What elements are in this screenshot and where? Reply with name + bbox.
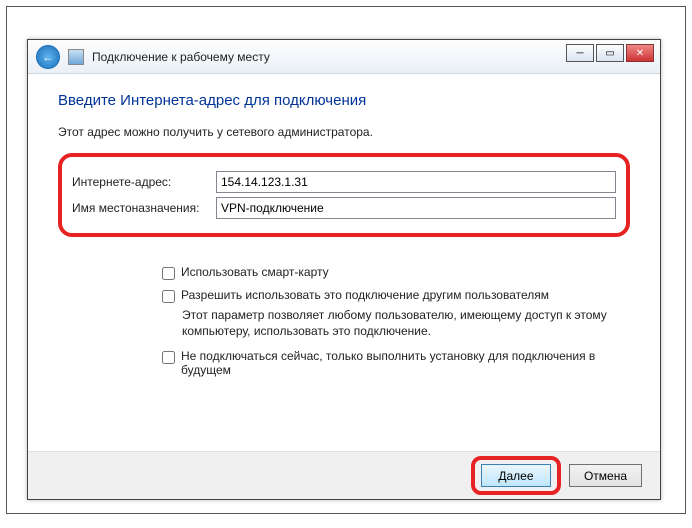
smartcard-row: Использовать смарт-карту: [58, 265, 630, 280]
address-row: Интернете-адрес:: [68, 171, 616, 193]
allow-others-checkbox[interactable]: [162, 290, 175, 303]
smartcard-checkbox[interactable]: [162, 267, 175, 280]
footer: Далее Отмена: [28, 451, 660, 499]
maximize-button[interactable]: ▭: [596, 44, 624, 62]
smartcard-label: Использовать смарт-карту: [181, 265, 329, 279]
destination-input[interactable]: [216, 197, 616, 219]
minimize-button[interactable]: ─: [566, 44, 594, 62]
window-title: Подключение к рабочему месту: [92, 50, 270, 64]
arrow-left-icon: ←: [42, 50, 54, 64]
allow-others-row: Разрешить использовать это подключение д…: [58, 288, 630, 303]
close-button[interactable]: ✕: [626, 44, 654, 62]
dont-connect-label: Не подключаться сейчас, только выполнить…: [181, 349, 630, 377]
dont-connect-checkbox[interactable]: [162, 351, 175, 364]
page-heading: Введите Интернета-адрес для подключения: [58, 92, 630, 109]
dont-connect-row: Не подключаться сейчас, только выполнить…: [58, 349, 630, 377]
network-icon: [68, 49, 84, 65]
fields-highlight-group: Интернете-адрес: Имя местоназначения:: [58, 153, 630, 237]
screenshot-frame: ─ ▭ ✕ ← Подключение к рабочему месту Вве…: [6, 6, 686, 514]
destination-label: Имя местоназначения:: [68, 201, 216, 215]
cancel-button[interactable]: Отмена: [569, 464, 642, 487]
back-button[interactable]: ←: [36, 45, 60, 69]
address-input[interactable]: [216, 171, 616, 193]
allow-others-label: Разрешить использовать это подключение д…: [181, 288, 549, 302]
next-button-highlight: Далее: [471, 456, 561, 495]
allow-others-description: Этот параметр позволяет любому пользоват…: [58, 307, 630, 339]
wizard-window: ← Подключение к рабочему месту Введите И…: [27, 39, 661, 500]
page-subtext: Этот адрес можно получить у сетевого адм…: [58, 125, 630, 139]
address-label: Интернете-адрес:: [68, 175, 216, 189]
content-area: Введите Интернета-адрес для подключения …: [28, 74, 660, 377]
destination-row: Имя местоназначения:: [68, 197, 616, 219]
window-controls: ─ ▭ ✕: [566, 44, 654, 62]
next-button[interactable]: Далее: [481, 464, 551, 487]
